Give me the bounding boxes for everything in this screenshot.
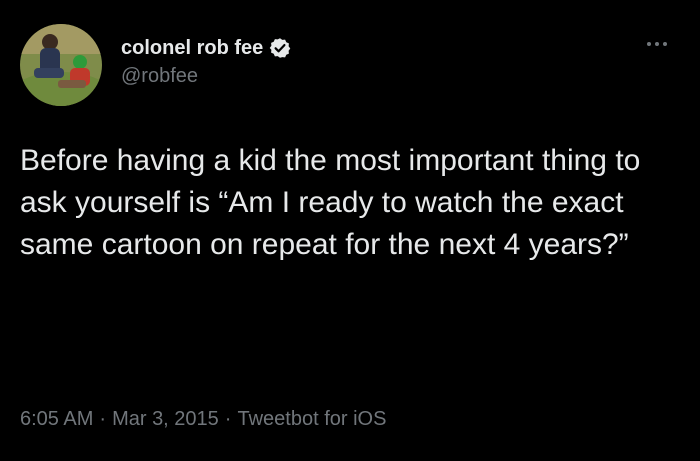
avatar[interactable] bbox=[20, 24, 102, 106]
separator: · bbox=[224, 408, 232, 430]
tweet-metadata: 6:05 AM · Mar 3, 2015 · Tweetbot for iOS bbox=[20, 408, 386, 431]
tweet-time[interactable]: 6:05 AM bbox=[20, 408, 93, 430]
tweet-card: colonel rob fee @robfee Before having a … bbox=[0, 0, 700, 461]
name-row: colonel rob fee bbox=[121, 35, 291, 61]
author-display-name[interactable]: colonel rob fee bbox=[121, 37, 263, 60]
author-handle[interactable]: @robfee bbox=[121, 65, 291, 88]
tweet-source[interactable]: Tweetbot for iOS bbox=[237, 408, 386, 430]
tweet-text: Before having a kid the most important t… bbox=[20, 144, 649, 261]
verified-badge-icon bbox=[269, 37, 291, 59]
tweet-date[interactable]: Mar 3, 2015 bbox=[112, 408, 219, 430]
avatar-image bbox=[20, 24, 102, 106]
author-names: colonel rob fee @robfee bbox=[121, 35, 291, 88]
separator: · bbox=[99, 408, 107, 430]
more-options-icon[interactable] bbox=[644, 34, 670, 54]
tweet-header: colonel rob fee @robfee bbox=[20, 24, 680, 108]
